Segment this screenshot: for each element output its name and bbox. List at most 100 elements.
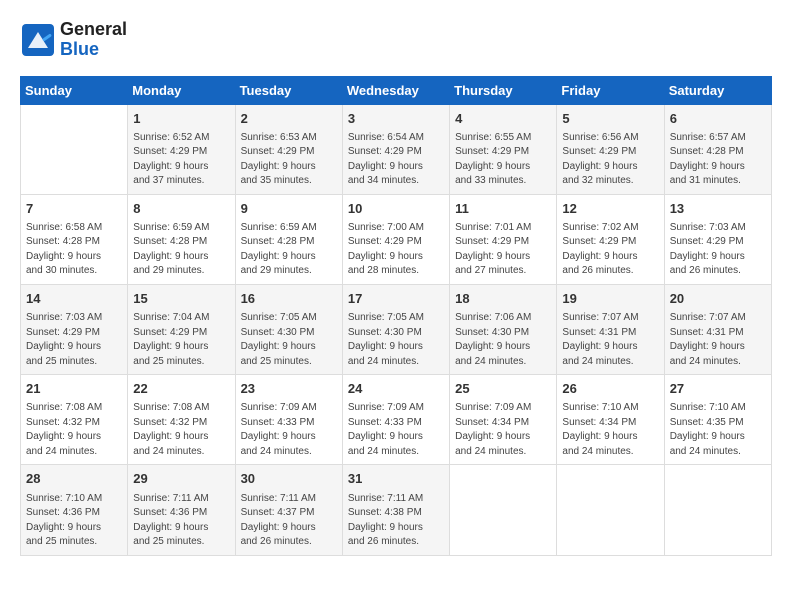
logo-icon: [20, 22, 56, 58]
weekday-header-tuesday: Tuesday: [235, 76, 342, 104]
calendar-cell: 17 Sunrise: 7:05 AM Sunset: 4:30 PM Dayli…: [342, 284, 449, 374]
day-info: Sunrise: 7:09 AM Sunset: 4:33 PM Dayligh…: [241, 401, 337, 459]
calendar-table: SundayMondayTuesdayWednesdayThursdayFrid…: [20, 76, 772, 556]
page-header: General Blue: [20, 20, 772, 60]
day-info: Sunrise: 7:04 AM Sunset: 4:29 PM Dayligh…: [133, 311, 229, 369]
weekday-header-row: SundayMondayTuesdayWednesdayThursdayFrid…: [21, 76, 772, 104]
day-info: Sunrise: 7:09 AM Sunset: 4:33 PM Dayligh…: [348, 401, 444, 459]
day-info: Sunrise: 7:05 AM Sunset: 4:30 PM Dayligh…: [241, 311, 337, 369]
calendar-cell: 9Sunrise: 6:59 AM Sunset: 4:28 PM Daylig…: [235, 194, 342, 284]
day-info: Sunrise: 7:03 AM Sunset: 4:29 PM Dayligh…: [26, 311, 122, 369]
day-number: 8: [133, 200, 229, 218]
day-info: Sunrise: 6:57 AM Sunset: 4:28 PM Dayligh…: [670, 131, 766, 189]
day-info: Sunrise: 7:05 AM Sunset: 4:30 PM Dayligh…: [348, 311, 444, 369]
calendar-cell: 23 Sunrise: 7:09 AM Sunset: 4:33 PM Dayli…: [235, 375, 342, 465]
calendar-cell: 2 Sunrise: 6:53 AM Sunset: 4:29 PM Daylig…: [235, 104, 342, 194]
day-number: 29: [133, 470, 229, 488]
day-number: 24: [348, 380, 444, 398]
calendar-cell: 5 Sunrise: 6:56 AM Sunset: 4:29 PM Daylig…: [557, 104, 664, 194]
day-info: Sunrise: 7:01 AM Sunset: 4:29 PM Dayligh…: [455, 221, 551, 279]
day-info: Sunrise: 6:58 AM Sunset: 4:28 PM Dayligh…: [26, 221, 122, 279]
calendar-cell: 27Sunrise: 7:10 AM Sunset: 4:35 PM Dayli…: [664, 375, 771, 465]
calendar-cell: 29 Sunrise: 7:11 AM Sunset: 4:36 PM Dayli…: [128, 465, 235, 555]
day-info: Sunrise: 7:10 AM Sunset: 4:34 PM Dayligh…: [562, 401, 658, 459]
day-info: Sunrise: 7:06 AM Sunset: 4:30 PM Dayligh…: [455, 311, 551, 369]
logo-text-general: General: [60, 20, 127, 40]
day-number: 21: [26, 380, 122, 398]
weekday-header-friday: Friday: [557, 76, 664, 104]
day-number: 2: [241, 110, 337, 128]
day-info: Sunrise: 6:54 AM Sunset: 4:29 PM Dayligh…: [348, 131, 444, 189]
calendar-cell: 7 Sunrise: 6:58 AM Sunset: 4:28 PM Daylig…: [21, 194, 128, 284]
day-number: 11: [455, 200, 551, 218]
day-number: 3: [348, 110, 444, 128]
day-number: 5: [562, 110, 658, 128]
day-number: 31: [348, 470, 444, 488]
day-number: 25: [455, 380, 551, 398]
calendar-cell: 31Sunrise: 7:11 AM Sunset: 4:38 PM Dayli…: [342, 465, 449, 555]
day-number: 1: [133, 110, 229, 128]
day-number: 22: [133, 380, 229, 398]
calendar-cell: [557, 465, 664, 555]
day-info: Sunrise: 7:10 AM Sunset: 4:36 PM Dayligh…: [26, 492, 122, 550]
day-number: 18: [455, 290, 551, 308]
day-info: Sunrise: 6:55 AM Sunset: 4:29 PM Dayligh…: [455, 131, 551, 189]
day-number: 26: [562, 380, 658, 398]
calendar-cell: 21 Sunrise: 7:08 AM Sunset: 4:32 PM Dayli…: [21, 375, 128, 465]
day-number: 7: [26, 200, 122, 218]
calendar-week-row: 1 Sunrise: 6:52 AM Sunset: 4:29 PM Daylig…: [21, 104, 772, 194]
day-info: Sunrise: 6:52 AM Sunset: 4:29 PM Dayligh…: [133, 131, 229, 189]
calendar-cell: 18 Sunrise: 7:06 AM Sunset: 4:30 PM Dayli…: [450, 284, 557, 374]
weekday-header-thursday: Thursday: [450, 76, 557, 104]
day-number: 13: [670, 200, 766, 218]
day-number: 14: [26, 290, 122, 308]
day-info: Sunrise: 6:53 AM Sunset: 4:29 PM Dayligh…: [241, 131, 337, 189]
weekday-header-wednesday: Wednesday: [342, 76, 449, 104]
day-number: 17: [348, 290, 444, 308]
weekday-header-sunday: Sunday: [21, 76, 128, 104]
day-info: Sunrise: 7:10 AM Sunset: 4:35 PM Dayligh…: [670, 401, 766, 459]
calendar-cell: 11 Sunrise: 7:01 AM Sunset: 4:29 PM Dayli…: [450, 194, 557, 284]
day-info: Sunrise: 7:11 AM Sunset: 4:36 PM Dayligh…: [133, 492, 229, 550]
calendar-cell: [450, 465, 557, 555]
day-info: Sunrise: 7:11 AM Sunset: 4:37 PM Dayligh…: [241, 492, 337, 550]
day-number: 28: [26, 470, 122, 488]
calendar-cell: 12 Sunrise: 7:02 AM Sunset: 4:29 PM Dayli…: [557, 194, 664, 284]
day-info: Sunrise: 7:08 AM Sunset: 4:32 PM Dayligh…: [26, 401, 122, 459]
calendar-cell: 3 Sunrise: 6:54 AM Sunset: 4:29 PM Daylig…: [342, 104, 449, 194]
calendar-week-row: 21 Sunrise: 7:08 AM Sunset: 4:32 PM Dayli…: [21, 375, 772, 465]
day-info: Sunrise: 7:08 AM Sunset: 4:32 PM Dayligh…: [133, 401, 229, 459]
day-number: 19: [562, 290, 658, 308]
calendar-cell: 13 Sunrise: 7:03 AM Sunset: 4:29 PM Dayli…: [664, 194, 771, 284]
calendar-cell: 6 Sunrise: 6:57 AM Sunset: 4:28 PM Daylig…: [664, 104, 771, 194]
day-info: Sunrise: 7:00 AM Sunset: 4:29 PM Dayligh…: [348, 221, 444, 279]
day-info: Sunrise: 6:56 AM Sunset: 4:29 PM Dayligh…: [562, 131, 658, 189]
logo-text-blue: Blue: [60, 40, 127, 60]
calendar-cell: 24 Sunrise: 7:09 AM Sunset: 4:33 PM Dayli…: [342, 375, 449, 465]
calendar-cell: 14 Sunrise: 7:03 AM Sunset: 4:29 PM Dayli…: [21, 284, 128, 374]
calendar-cell: [21, 104, 128, 194]
day-info: Sunrise: 7:02 AM Sunset: 4:29 PM Dayligh…: [562, 221, 658, 279]
calendar-cell: 1 Sunrise: 6:52 AM Sunset: 4:29 PM Daylig…: [128, 104, 235, 194]
day-info: Sunrise: 6:59 AM Sunset: 4:28 PM Dayligh…: [133, 221, 229, 279]
day-number: 6: [670, 110, 766, 128]
calendar-cell: 15 Sunrise: 7:04 AM Sunset: 4:29 PM Dayli…: [128, 284, 235, 374]
calendar-cell: 22 Sunrise: 7:08 AM Sunset: 4:32 PM Dayli…: [128, 375, 235, 465]
day-number: 15: [133, 290, 229, 308]
calendar-cell: 26 Sunrise: 7:10 AM Sunset: 4:34 PM Dayli…: [557, 375, 664, 465]
day-number: 23: [241, 380, 337, 398]
calendar-cell: 30 Sunrise: 7:11 AM Sunset: 4:37 PM Dayli…: [235, 465, 342, 555]
day-number: 10: [348, 200, 444, 218]
day-info: Sunrise: 7:07 AM Sunset: 4:31 PM Dayligh…: [670, 311, 766, 369]
calendar-cell: [664, 465, 771, 555]
day-number: 30: [241, 470, 337, 488]
calendar-cell: 25 Sunrise: 7:09 AM Sunset: 4:34 PM Dayli…: [450, 375, 557, 465]
day-info: Sunrise: 7:09 AM Sunset: 4:34 PM Dayligh…: [455, 401, 551, 459]
day-info: Sunrise: 7:03 AM Sunset: 4:29 PM Dayligh…: [670, 221, 766, 279]
calendar-cell: 16Sunrise: 7:05 AM Sunset: 4:30 PM Dayli…: [235, 284, 342, 374]
day-number: 12: [562, 200, 658, 218]
day-number: 9: [241, 200, 337, 218]
weekday-header-saturday: Saturday: [664, 76, 771, 104]
calendar-cell: 10 Sunrise: 7:00 AM Sunset: 4:29 PM Dayli…: [342, 194, 449, 284]
calendar-week-row: 7 Sunrise: 6:58 AM Sunset: 4:28 PM Daylig…: [21, 194, 772, 284]
